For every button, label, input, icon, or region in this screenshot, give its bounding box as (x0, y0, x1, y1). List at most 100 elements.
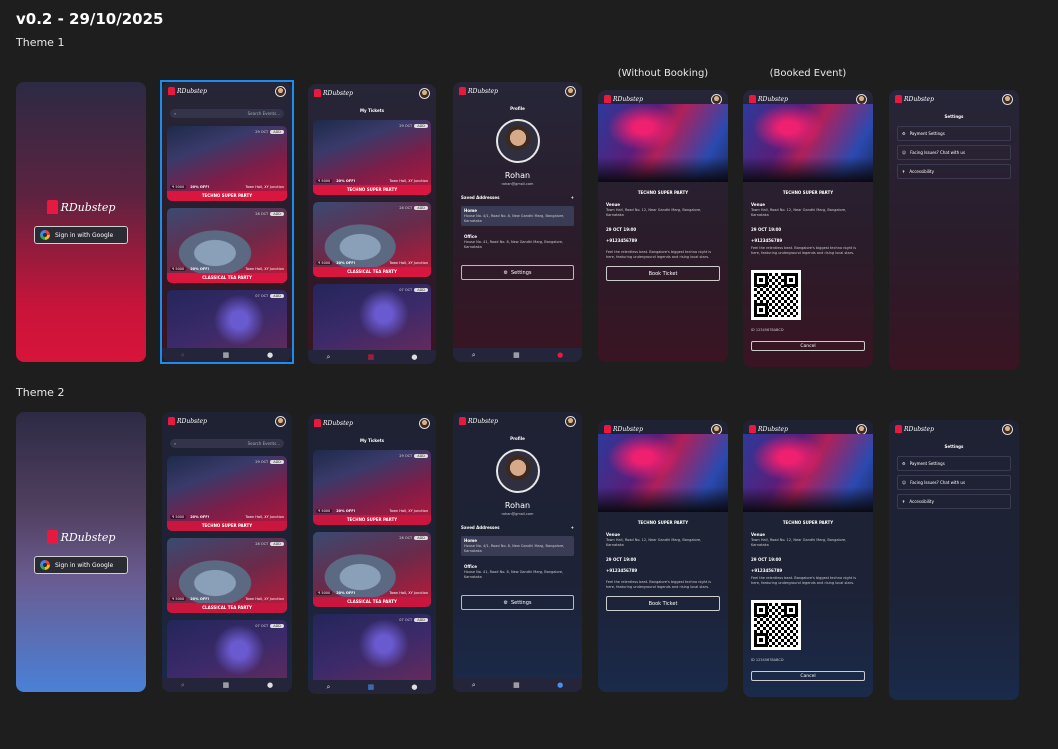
event-meta: ₹ 5000 20% OFF! Town Hall, XY Junction (316, 261, 428, 265)
home-address: House No. 4/1, Road No. 8, New Gandhi Ma… (464, 214, 565, 223)
date-badge: 29 OCT ADD (399, 124, 428, 128)
add-button[interactable]: ADD (414, 288, 428, 292)
nav-tickets-icon[interactable]: ▦ (513, 681, 520, 689)
brand-text: RDubstep (758, 95, 788, 103)
add-button[interactable]: ADD (414, 124, 428, 128)
event-name-band: TECHNO SUPER PARTY (313, 515, 431, 525)
top-bar: RDubstep (889, 420, 1019, 438)
event-card[interactable]: 07 OCT ADD (313, 284, 431, 359)
avatar[interactable] (1002, 423, 1013, 435)
logo-icon (314, 419, 321, 427)
nav-search-icon[interactable]: ⌕ (327, 353, 331, 362)
nav-search-icon[interactable]: ⌕ (472, 351, 476, 360)
add-button[interactable]: ADD (270, 542, 284, 546)
bottom-nav: ⌕ ▦ ● (308, 680, 436, 694)
add-address-button[interactable]: + (571, 195, 574, 200)
settings-item[interactable]: ⚙ Payment Settings (897, 456, 1011, 471)
logo: RDubstep (895, 425, 934, 433)
settings-screen: RDubstep Settings ⚙ Payment Settings ☺ Facin… (889, 90, 1019, 370)
venue-block: Venue Town Hall, Road No. 12, Near Gandhi… (606, 532, 720, 548)
settings-button[interactable]: ⚙ Settings (461, 595, 574, 610)
nav-tickets-icon[interactable]: ▦ (368, 683, 375, 691)
date-text: 28 OCT (399, 206, 413, 210)
event-name-band: TECHNO SUPER PARTY (313, 185, 431, 195)
address-home[interactable]: Home House No. 4/1, Road No. 8, New Gandh… (461, 536, 574, 556)
search-input[interactable]: ⌕ Search Events... (170, 439, 284, 448)
discount: 20% OFF! (336, 509, 356, 513)
event-date: 29 OCT 19:00 (751, 557, 782, 562)
event-card[interactable]: 28 OCT ADD ₹ 5000 20% OFF! Town Hall, XY Jun… (167, 538, 287, 613)
nav-search-icon[interactable]: ⌕ (472, 681, 476, 690)
event-name-band: CLASSICAL TEA PARTY (313, 597, 431, 607)
address-home[interactable]: Home House No. 4/1, Road No. 8, New Gandh… (461, 206, 574, 226)
add-button[interactable]: ADD (270, 460, 284, 464)
search-placeholder: Search Events... (247, 441, 280, 446)
logo: RDubstep (749, 95, 788, 103)
date-text: 28 OCT (399, 536, 413, 540)
avatar[interactable] (711, 423, 722, 435)
price: ₹ 5000 (316, 591, 333, 595)
gear-icon: ⚙ (503, 599, 508, 606)
nav-profile-icon[interactable]: ● (411, 353, 417, 361)
add-button[interactable]: ADD (270, 624, 284, 628)
add-button[interactable]: ADD (414, 618, 428, 622)
event-image (313, 614, 431, 689)
nav-tickets-icon[interactable]: ▦ (513, 351, 520, 359)
event-banner-image (743, 104, 873, 182)
event-card[interactable]: 29 OCT ADD ₹ 5000 20% OFF! Town Hall, XY Jun… (167, 456, 287, 531)
add-button[interactable]: ADD (414, 536, 428, 540)
nav-profile-icon[interactable]: ● (557, 681, 563, 689)
cancel-button[interactable]: Cancel (751, 341, 865, 351)
avatar[interactable] (1002, 93, 1013, 105)
event-card[interactable]: 28 OCT ADD ₹ 5000 20% OFF! Town Hall, XY Jun… (313, 202, 431, 277)
avatar[interactable] (419, 417, 430, 429)
saved-addresses-header: Saved Addresses + (461, 525, 574, 530)
event-card[interactable]: 29 OCT ADD ₹ 5000 20% OFF! Town Hall, XY Jun… (313, 450, 431, 525)
settings-button[interactable]: ⚙ Settings (461, 265, 574, 280)
avatar[interactable] (856, 423, 867, 435)
avatar[interactable] (711, 93, 722, 105)
home-label: Home (464, 208, 477, 213)
book-ticket-button[interactable]: Book Ticket (606, 596, 720, 611)
add-button[interactable]: ADD (414, 454, 428, 458)
avatar[interactable] (275, 415, 286, 427)
event-card[interactable]: 29 OCT ADD ₹ 5000 20% OFF! Town Hall, XY Jun… (313, 120, 431, 195)
logo: RDubstep (604, 95, 643, 103)
add-button[interactable]: ADD (414, 206, 428, 210)
settings-item[interactable]: ✝ Accessibility (897, 494, 1011, 509)
book-ticket-button[interactable]: Book Ticket (606, 266, 720, 281)
section-title: My Tickets (359, 108, 384, 113)
logo: RDubstep (604, 425, 643, 433)
cancel-button[interactable]: Cancel (751, 671, 865, 681)
settings-item[interactable]: ✝ Accessibility (897, 164, 1011, 179)
nav-search-icon[interactable]: ⌕ (181, 681, 185, 690)
address-office[interactable]: Office House No. 41, Road No. 8, New Gand… (461, 562, 574, 582)
brand-text: RDubstep (904, 425, 934, 433)
settings-item[interactable]: ☺ Facing Issues? Chat with us (897, 145, 1011, 160)
address-office[interactable]: Office House No. 41, Road No. 8, New Gand… (461, 232, 574, 252)
google-signin-button[interactable]: Sign in with Google (34, 556, 128, 574)
event-card[interactable]: 07 OCT ADD (313, 614, 431, 689)
event-meta: ₹ 5000 20% OFF! Town Hall, XY Junction (316, 591, 428, 595)
avatar[interactable] (419, 87, 430, 99)
settings-item[interactable]: ☺ Facing Issues? Chat with us (897, 475, 1011, 490)
booked-event-screen: RDubstep TECHNO SUPER PARTY Venue Town Hal… (743, 90, 873, 367)
event-card[interactable]: 28 OCT ADD ₹ 5000 20% OFF! Town Hall, XY Jun… (313, 532, 431, 607)
nav-profile-icon[interactable]: ● (557, 351, 563, 359)
nav-tickets-icon[interactable]: ▦ (223, 681, 230, 689)
nav-tickets-icon[interactable]: ▦ (368, 353, 375, 361)
section-title: Profile (510, 436, 525, 441)
bottom-nav: ⌕ ▦ ● (453, 678, 582, 692)
venue-label: Venue (751, 532, 765, 537)
settings-item[interactable]: ⚙ Payment Settings (897, 126, 1011, 141)
event-name-band: CLASSICAL TEA PARTY (167, 603, 287, 613)
avatar[interactable] (856, 93, 867, 105)
avatar[interactable] (565, 415, 576, 427)
event-description: Feel the relentless beat. Bangalore's bi… (751, 246, 857, 255)
nav-profile-icon[interactable]: ● (267, 681, 273, 689)
nav-profile-icon[interactable]: ● (411, 683, 417, 691)
nav-search-icon[interactable]: ⌕ (327, 683, 331, 692)
avatar[interactable] (565, 85, 576, 97)
google-signin-button[interactable]: Sign in with Google (34, 226, 128, 244)
add-address-button[interactable]: + (571, 525, 574, 530)
